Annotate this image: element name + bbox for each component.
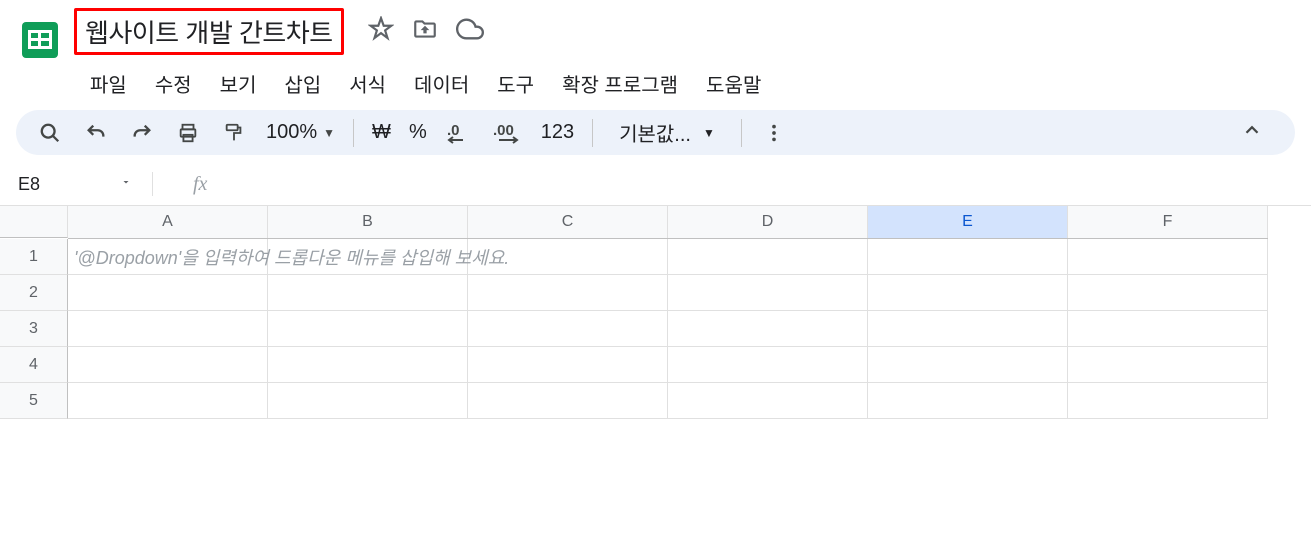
caret-down-icon: ▼	[703, 126, 715, 140]
undo-icon[interactable]	[82, 119, 110, 147]
column-header-D[interactable]: D	[668, 206, 868, 238]
divider	[353, 119, 354, 147]
search-icon[interactable]	[36, 119, 64, 147]
cell-B4[interactable]	[268, 347, 468, 383]
cell-A2[interactable]	[68, 275, 268, 311]
sheets-logo[interactable]	[16, 8, 64, 72]
menu-tools[interactable]: 도구	[487, 65, 544, 102]
cell-B2[interactable]	[268, 275, 468, 311]
row-header-3[interactable]: 3	[0, 311, 68, 347]
cell-A5[interactable]	[68, 383, 268, 419]
collapse-toolbar-icon[interactable]	[1229, 119, 1275, 146]
menu-extensions[interactable]: 확장 프로그램	[552, 65, 688, 102]
column-header-F[interactable]: F	[1068, 206, 1268, 238]
number-format-button[interactable]: 123	[541, 121, 574, 144]
cell-F4[interactable]	[1068, 347, 1268, 383]
document-title[interactable]: 웹사이트 개발 간트차트	[74, 8, 344, 55]
cell-E1[interactable]	[868, 239, 1068, 275]
menu-data[interactable]: 데이터	[404, 65, 479, 102]
percent-button[interactable]: %	[409, 121, 427, 144]
star-icon[interactable]	[368, 16, 394, 47]
cell-D3[interactable]	[668, 311, 868, 347]
cell-F1[interactable]	[1068, 239, 1268, 275]
fx-icon: fx	[193, 173, 207, 196]
zoom-select[interactable]: 100% ▼	[266, 121, 335, 144]
cell-F5[interactable]	[1068, 383, 1268, 419]
column-header-A[interactable]: A	[68, 206, 268, 238]
cell-F2[interactable]	[1068, 275, 1268, 311]
decrease-decimal-button[interactable]: .0	[445, 119, 473, 147]
cell-E3[interactable]	[868, 311, 1068, 347]
increase-decimal-button[interactable]: .00	[491, 119, 523, 147]
cell-D5[interactable]	[668, 383, 868, 419]
cell-D1[interactable]	[668, 239, 868, 275]
cell-D2[interactable]	[668, 275, 868, 311]
caret-down-icon: ▼	[323, 126, 335, 140]
zoom-value: 100%	[266, 121, 317, 144]
menu-insert[interactable]: 삽입	[274, 65, 331, 102]
cell-E2[interactable]	[868, 275, 1068, 311]
cell-E5[interactable]	[868, 383, 1068, 419]
column-header-C[interactable]: C	[468, 206, 668, 238]
currency-button[interactable]: ₩	[372, 121, 391, 144]
cell-C5[interactable]	[468, 383, 668, 419]
svg-text:.0: .0	[447, 122, 460, 139]
row-header-1[interactable]: 1	[0, 239, 68, 275]
menubar: 파일 수정 보기 삽입 서식 데이터 도구 확장 프로그램 도움말	[74, 65, 1295, 102]
menu-edit[interactable]: 수정	[145, 65, 202, 102]
paint-format-icon[interactable]	[220, 119, 248, 147]
column-header-B[interactable]: B	[268, 206, 468, 238]
row-header-2[interactable]: 2	[0, 275, 68, 311]
font-select[interactable]: 기본값... ▼	[611, 118, 723, 147]
cell-A1[interactable]: '@Dropdown'을 입력하여 드롭다운 메뉴를 삽입해 보세요.	[68, 239, 268, 275]
namebox-caret-icon[interactable]	[120, 175, 132, 193]
svg-text:.00: .00	[493, 122, 514, 139]
select-all-corner[interactable]	[0, 206, 68, 238]
font-name: 기본값...	[619, 118, 691, 147]
cell-C2[interactable]	[468, 275, 668, 311]
row-header-5[interactable]: 5	[0, 383, 68, 419]
more-icon[interactable]	[760, 119, 788, 147]
row-header-4[interactable]: 4	[0, 347, 68, 383]
name-box[interactable]: E8	[10, 172, 100, 197]
cell-C4[interactable]	[468, 347, 668, 383]
cell-B5[interactable]	[268, 383, 468, 419]
cell-D4[interactable]	[668, 347, 868, 383]
menu-file[interactable]: 파일	[80, 65, 137, 102]
divider	[152, 172, 153, 196]
print-icon[interactable]	[174, 119, 202, 147]
move-folder-icon[interactable]	[412, 16, 438, 47]
cell-C3[interactable]	[468, 311, 668, 347]
column-header-E[interactable]: E	[868, 206, 1068, 238]
divider	[741, 119, 742, 147]
cell-A3[interactable]	[68, 311, 268, 347]
divider	[592, 119, 593, 147]
cell-A4[interactable]	[68, 347, 268, 383]
cell-E4[interactable]	[868, 347, 1068, 383]
cell-B3[interactable]	[268, 311, 468, 347]
menu-help[interactable]: 도움말	[696, 65, 771, 102]
redo-icon[interactable]	[128, 119, 156, 147]
toolbar: 100% ▼ ₩ % .0 .00 123 기본값... ▼	[16, 110, 1295, 155]
cloud-icon[interactable]	[456, 15, 484, 48]
menu-view[interactable]: 보기	[210, 65, 267, 102]
menu-format[interactable]: 서식	[339, 65, 396, 102]
formula-bar[interactable]	[227, 171, 1301, 197]
cell-F3[interactable]	[1068, 311, 1268, 347]
